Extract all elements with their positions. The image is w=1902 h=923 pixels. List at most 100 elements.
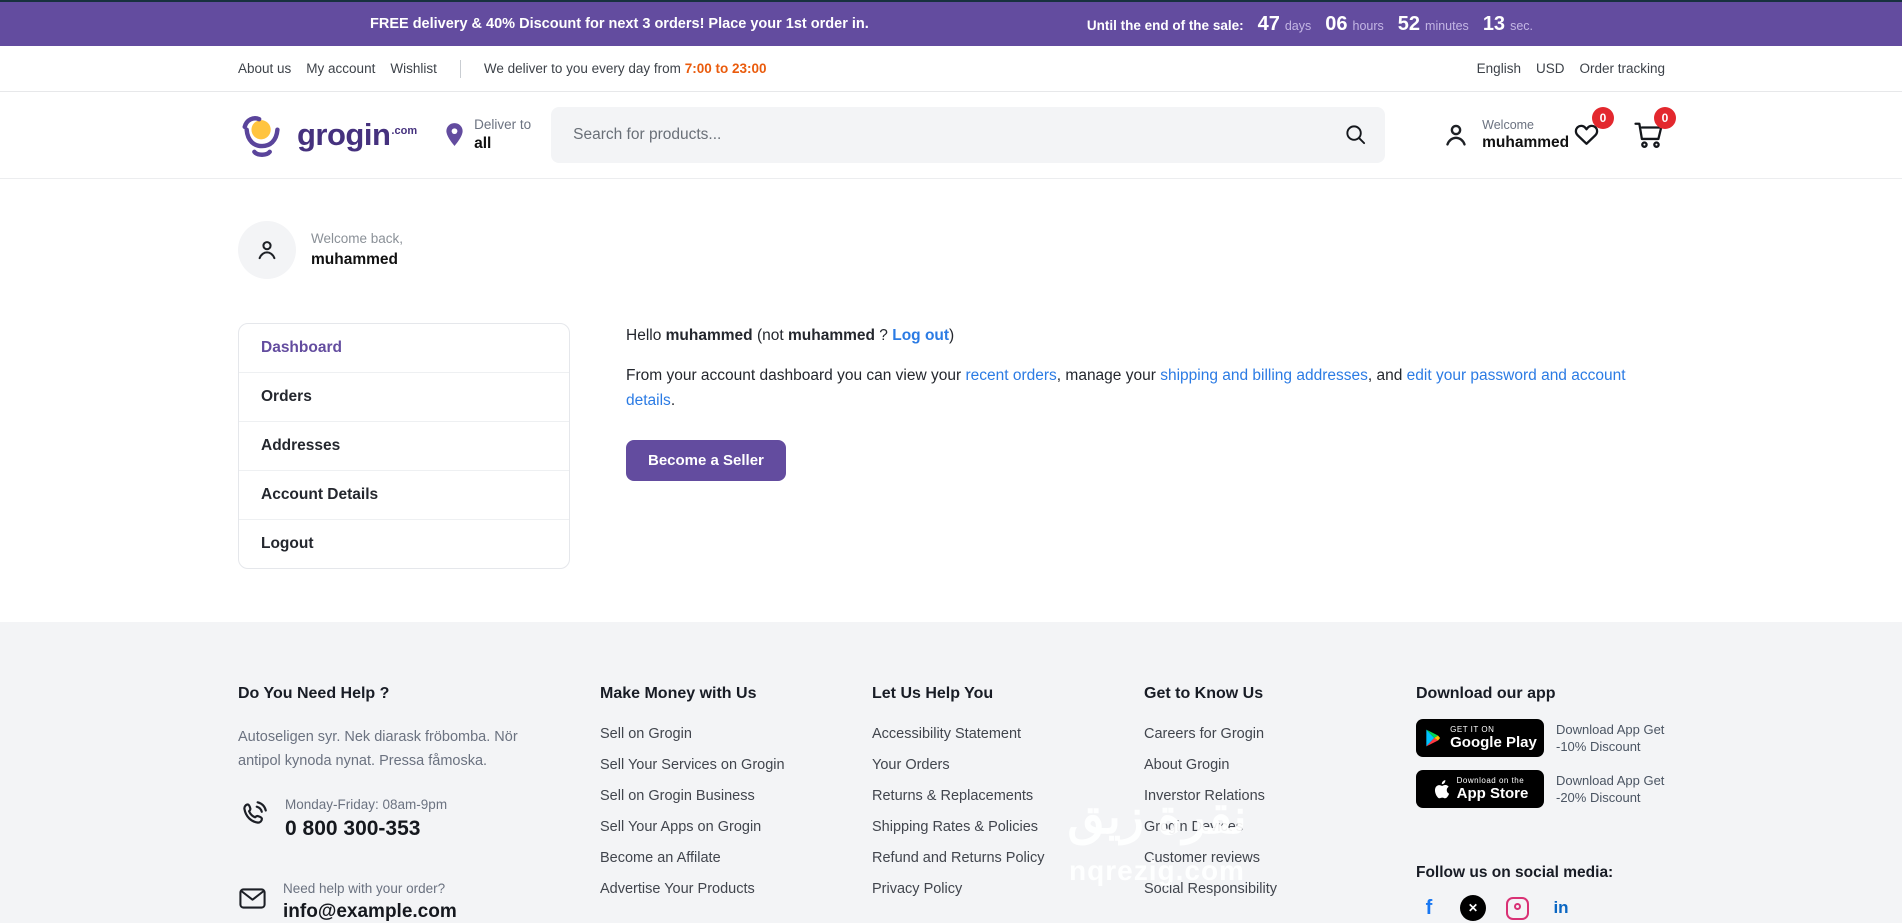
search-input[interactable] [551,107,1385,163]
phone-number[interactable]: 0 800 300-353 [285,817,447,841]
nav-order-tracking[interactable]: Order tracking [1579,61,1665,76]
welcome-label: Welcome [1482,118,1569,132]
sale-countdown: Until the end of the sale: 47days 06hour… [1087,13,1533,36]
countdown-days-unit: days [1285,19,1311,33]
menu-item-orders[interactable]: Orders [239,372,569,421]
footer-link[interactable]: Shipping Rates & Policies [872,818,1144,836]
footer-link[interactable]: Refund and Returns Policy [872,849,1144,867]
footer-app-column: Download our app GET IT ON Google Play [1416,685,1665,923]
countdown-minutes-unit: minutes [1425,19,1469,33]
footer-link[interactable]: Privacy Policy [872,880,1144,898]
footer-link[interactable]: Sell on Grogin Business [600,787,872,805]
footer-column-title: Let Us Help You [872,685,1144,703]
app-store-row: Download on the App Store Download App G… [1416,770,1665,808]
footer-link[interactable]: Become an Affilate [600,849,872,867]
footer-help-body: Autoseligen syr. Nek diarask fröbomba. N… [238,725,540,773]
countdown-hours-unit: hours [1353,19,1384,33]
desc-part3: , and [1368,367,1402,384]
countdown-hours: 06 [1325,13,1347,36]
search-button[interactable] [1344,123,1367,146]
twitter-x-icon[interactable]: ✕ [1460,895,1486,921]
account-control[interactable]: Welcome muhammed [1441,118,1569,152]
deliver-to-value: all [474,135,531,153]
footer-link[interactable]: Careers for Grogin [1144,725,1416,743]
nav-about-us[interactable]: About us [238,61,291,76]
grogin-logo[interactable]: grogin.com [238,113,416,158]
menu-item-addresses[interactable]: Addresses [239,421,569,470]
footer-link[interactable]: Sell on Grogin [600,725,872,743]
logo-tld: .com [391,125,417,137]
logo-text: grogin [297,117,390,152]
footer-email-block: Need help with your order? info@example.… [238,881,540,923]
facebook-icon[interactable]: f [1416,895,1442,921]
shipping-billing-link[interactable]: shipping and billing addresses [1160,367,1368,384]
logout-link[interactable]: Log out [892,327,949,344]
promo-banner: FREE delivery & 40% Discount for next 3 … [0,2,1902,46]
greeting-name: muhammed [666,327,753,344]
footer-column-title: Get to Know Us [1144,685,1416,703]
footer-link[interactable]: Accessibility Statement [872,725,1144,743]
footer-help-title: Do You Need Help ? [238,685,540,703]
deliver-to-control[interactable]: Deliver to all [444,117,531,153]
app-store-badge[interactable]: Download on the App Store [1416,770,1544,808]
footer-link[interactable]: Returns & Replacements [872,787,1144,805]
footer-link[interactable]: Sell Your Apps on Grogin [600,818,872,836]
menu-item-logout[interactable]: Logout [239,519,569,568]
footer-link[interactable]: Advertise Your Products [600,880,872,898]
account-menu: Dashboard Orders Addresses Account Detai… [238,323,570,569]
recent-orders-link[interactable]: recent orders [965,367,1056,384]
greeting-not: (not [757,327,784,344]
desc-part4: . [671,392,675,409]
avatar [238,221,296,279]
download-app-title: Download our app [1416,685,1665,703]
welcome-back-username: muhammed [311,251,403,269]
language-selector[interactable]: English [1477,61,1521,76]
app-store-promo: Download App Get -20% Discount [1556,772,1664,806]
desc-part1: From your account dashboard you can view… [626,367,961,384]
countdown-seconds-unit: sec. [1510,19,1533,33]
footer-link[interactable]: Inverstor Relations [1144,787,1416,805]
footer-link[interactable]: Grogin Devices [1144,818,1416,836]
footer-link[interactable]: About Grogin [1144,756,1416,774]
dashboard-description: From your account dashboard you can view… [626,363,1631,413]
wishlist-button[interactable]: 0 [1571,119,1603,151]
footer-link[interactable]: Your Orders [872,756,1144,774]
location-pin-icon [444,122,465,148]
badge-line2: App Store [1457,786,1529,802]
page-footer: Do You Need Help ? Autoseligen syr. Nek … [0,622,1902,923]
support-email[interactable]: info@example.com [283,901,457,923]
header-username: muhammed [1482,134,1569,152]
mail-icon [238,884,267,913]
footer-column-make-money: Make Money with Us Sell on Grogin Sell Y… [600,685,872,923]
footer-link[interactable]: Customer reviews [1144,849,1416,867]
menu-item-account-details[interactable]: Account Details [239,470,569,519]
countdown-days: 47 [1258,13,1280,36]
promo-line1: Download App Get [1556,772,1664,789]
promo-line1: Download App Get [1556,721,1664,738]
countdown-seconds: 13 [1483,13,1505,36]
google-play-icon [1423,727,1443,749]
phone-hours-label: Monday-Friday: 08am-9pm [285,797,447,812]
cart-button[interactable]: 0 [1633,119,1665,151]
promo-line2: -20% Discount [1556,789,1664,806]
currency-selector[interactable]: USD [1536,61,1565,76]
footer-column-help-you: Let Us Help You Accessibility Statement … [872,685,1144,923]
become-seller-button[interactable]: Become a Seller [626,440,786,481]
welcome-back-label: Welcome back, [311,231,403,246]
social-links: f ✕ in [1416,895,1665,921]
footer-link[interactable]: Social Responsibility [1144,880,1416,898]
promo-message: FREE delivery & 40% Discount for next 3 … [370,16,869,32]
menu-item-dashboard[interactable]: Dashboard [239,324,569,372]
instagram-icon[interactable] [1504,895,1530,921]
linkedin-icon[interactable]: in [1548,895,1574,921]
promo-line2: -10% Discount [1556,738,1664,755]
footer-link[interactable]: Sell Your Services on Grogin [600,756,872,774]
follow-us-label: Follow us on social media: [1416,864,1665,882]
email-help-label: Need help with your order? [283,881,457,896]
greeting-close: ) [949,327,954,344]
google-play-badge[interactable]: GET IT ON Google Play [1416,719,1544,757]
countdown-minutes: 52 [1398,13,1420,36]
nav-my-account[interactable]: My account [306,61,375,76]
footer-help-column: Do You Need Help ? Autoseligen syr. Nek … [238,685,540,923]
nav-wishlist[interactable]: Wishlist [390,61,437,76]
